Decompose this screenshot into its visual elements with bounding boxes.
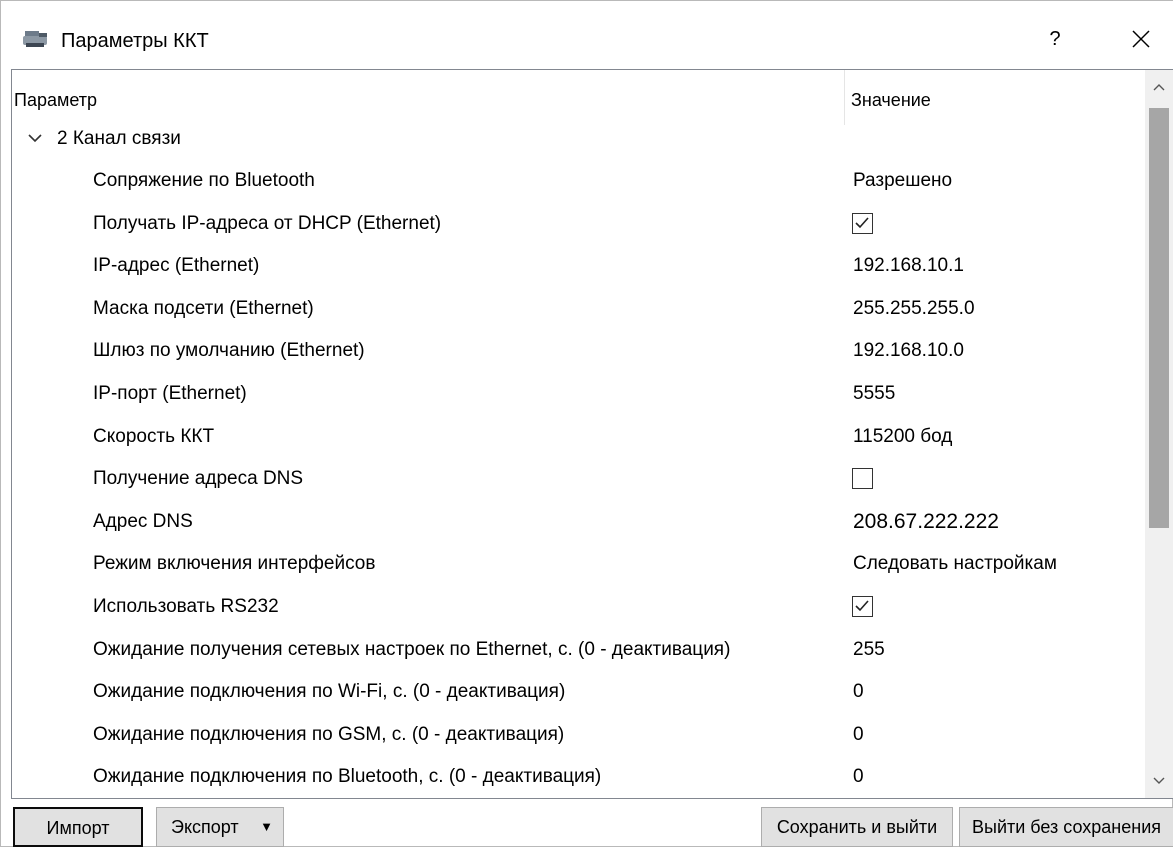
checkmark-icon — [855, 600, 869, 612]
parameter-row[interactable]: Маска подсети (Ethernet) 255.255.255.0 — [12, 288, 1144, 330]
checkbox-unchecked[interactable] — [852, 468, 873, 490]
title-bar: Параметры ККТ ? — [1, 1, 1173, 69]
group-row-communication-channel[interactable]: 2 Канал связи — [12, 125, 1144, 153]
scroll-thumb[interactable] — [1149, 108, 1169, 528]
parameter-row[interactable]: Адрес DNS 208.67.222.222 — [12, 501, 1144, 543]
save-and-exit-button[interactable]: Сохранить и выйти — [761, 807, 953, 847]
parameter-value[interactable]: 5555 — [853, 381, 895, 407]
parameter-row[interactable]: Ожидание получения сетевых настроек по E… — [12, 629, 1144, 671]
parameter-row[interactable]: Ожидание подключения по Bluetooth, с. (0… — [12, 756, 1144, 798]
parameter-value[interactable]: 0 — [853, 679, 864, 705]
group-label: 2 Канал связи — [57, 128, 181, 149]
parameter-value[interactable]: 255 — [853, 637, 885, 663]
parameter-name: IP-порт (Ethernet) — [93, 383, 247, 404]
parameter-name: Шлюз по умолчанию (Ethernet) — [93, 340, 365, 362]
column-header-parameter[interactable]: Параметр — [12, 88, 844, 112]
parameter-row[interactable]: Шлюз по умолчанию (Ethernet) 192.168.10.0 — [12, 330, 1144, 372]
export-button[interactable]: Экспорт ▼ — [156, 807, 284, 847]
parameter-value[interactable]: 255.255.255.0 — [853, 296, 975, 322]
parameter-row[interactable]: IP-порт (Ethernet) 5555 — [12, 373, 1144, 415]
help-button[interactable]: ? — [1033, 19, 1077, 59]
column-divider[interactable] — [844, 70, 845, 125]
parameter-name: Ожидание подключения по Wi-Fi, с. (0 - д… — [93, 681, 566, 703]
checkbox-checked[interactable] — [852, 212, 873, 234]
parameter-value[interactable]: Разрешено — [853, 168, 952, 194]
parameter-row[interactable]: Ожидание подключения по GSM, с. (0 - деа… — [12, 714, 1144, 756]
chevron-down-icon[interactable] — [26, 129, 44, 147]
close-button[interactable] — [1116, 19, 1166, 59]
parameter-row[interactable]: Сопряжение по Bluetooth Разрешено — [12, 160, 1144, 202]
parameter-value[interactable]: 0 — [853, 764, 864, 790]
parameter-name: Ожидание подключения по GSM, с. (0 - деа… — [93, 723, 565, 745]
printer-icon — [23, 31, 47, 47]
parameter-name: Использовать RS232 — [93, 596, 279, 617]
checkbox-checked[interactable] — [852, 596, 873, 617]
checkmark-icon — [855, 217, 869, 228]
parameter-value[interactable]: 0 — [853, 722, 864, 748]
parameter-name: Режим включения интерфейсов — [93, 553, 376, 575]
export-button-label: Экспорт — [171, 817, 239, 837]
parameter-row[interactable]: Скорость ККТ 115200 бод — [12, 416, 1144, 458]
parameter-name: Маска подсети (Ethernet) — [93, 297, 314, 319]
parameter-value[interactable]: 115200 бод — [853, 424, 952, 450]
parameter-name: Адрес DNS — [93, 510, 193, 532]
import-button[interactable]: Импорт — [13, 807, 143, 847]
parameter-name: Ожидание подключения по Bluetooth, с. (0… — [93, 766, 602, 788]
parameters-list[interactable]: Параметр Значение 2 Канал связи Сопряжен… — [11, 69, 1173, 799]
parameter-name: Скорость ККТ — [93, 425, 215, 447]
parameter-value[interactable]: 192.168.10.0 — [853, 338, 964, 364]
exit-without-saving-button[interactable]: Выйти без сохранения — [959, 807, 1173, 847]
dropdown-arrow-icon: ▼ — [260, 819, 273, 834]
parameter-value[interactable]: 208.67.222.222 — [853, 509, 999, 535]
scroll-up-arrow-icon[interactable] — [1145, 70, 1173, 104]
vertical-scrollbar[interactable] — [1145, 70, 1173, 798]
column-header-value[interactable]: Значение — [851, 88, 931, 112]
list-header: Параметр Значение — [12, 70, 1144, 125]
scroll-down-arrow-icon[interactable] — [1145, 764, 1173, 798]
window-title: Параметры ККТ — [61, 30, 209, 52]
parameter-row[interactable]: Получение адреса DNS — [12, 458, 1144, 500]
parameter-name: Ожидание получения сетевых настроек по E… — [93, 638, 731, 660]
parameter-row[interactable]: Режим включения интерфейсов Следовать нас… — [12, 543, 1144, 585]
close-icon — [1132, 30, 1150, 48]
parameter-name: Получение адреса DNS — [93, 468, 304, 490]
parameter-name: Получать IP-адреса от DHCP (Ethernet) — [93, 212, 442, 234]
parameter-name: Сопряжение по Bluetooth — [93, 170, 315, 191]
parameter-row[interactable]: Использовать RS232 — [12, 586, 1144, 628]
parameter-row[interactable]: Получать IP-адреса от DHCP (Ethernet) — [12, 203, 1144, 245]
parameter-row[interactable]: IP-адрес (Ethernet) 192.168.10.1 — [12, 245, 1144, 287]
kkt-parameters-dialog: Параметры ККТ ? Параметр Значение 2 Кана… — [0, 0, 1173, 847]
parameter-value[interactable]: Следовать настройкам — [853, 551, 1057, 577]
parameter-value[interactable]: 192.168.10.1 — [853, 253, 964, 279]
parameter-row[interactable]: Ожидание подключения по Wi-Fi, с. (0 - д… — [12, 671, 1144, 713]
parameter-name: IP-адрес (Ethernet) — [93, 255, 260, 277]
